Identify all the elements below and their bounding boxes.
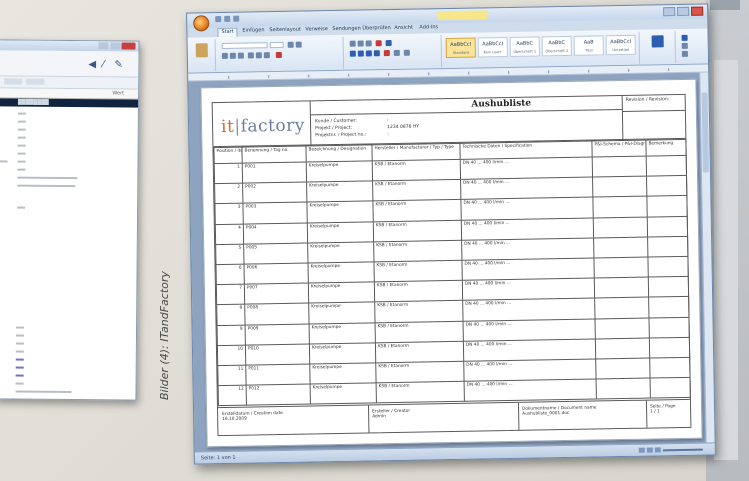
- tab-page-layout[interactable]: Seitenlayout: [269, 27, 301, 34]
- style-no-spacing[interactable]: AaBbCcI Kein Leerr.: [477, 36, 508, 58]
- redo-icon[interactable]: [233, 15, 240, 22]
- contextual-tab-highlight: [437, 10, 488, 21]
- document-area[interactable]: it|factory Aushubliste Kunde / Customer:…: [188, 72, 715, 452]
- left-application-window: ◀ ⁄ ✎ Wert ████████: [0, 39, 140, 401]
- editing-group: [677, 30, 708, 63]
- minimize-button[interactable]: [98, 42, 109, 50]
- font-size-dropdown[interactable]: [269, 41, 284, 49]
- view-print-icon[interactable]: [638, 447, 645, 453]
- undo-icon[interactable]: [224, 15, 231, 22]
- show-marks-icon[interactable]: [385, 40, 392, 47]
- bullets-icon[interactable]: [349, 40, 356, 47]
- strikethrough-icon[interactable]: [247, 52, 254, 59]
- left-window-toolbar: ◀ ⁄ ✎: [0, 50, 139, 78]
- back-arrow-icon[interactable]: ◀: [88, 59, 96, 70]
- style-heading-1[interactable]: AaBbC Überschrift 1: [509, 36, 540, 57]
- col-designation: Bezeichnung / Designation: [305, 144, 373, 163]
- align-right-icon[interactable]: [365, 50, 372, 57]
- col-position: Position / item no.: [213, 147, 243, 164]
- tab-insert[interactable]: Einfügen: [242, 27, 264, 33]
- zoom-slider[interactable]: [662, 448, 703, 451]
- header-info: Aushubliste Kunde / Customer:: Projekt /…: [310, 95, 624, 146]
- property-list: [0, 106, 138, 397]
- change-styles-icon[interactable]: [651, 35, 664, 48]
- clipboard-group: [189, 39, 217, 72]
- tab-add-ins[interactable]: Add-Ins: [419, 24, 438, 30]
- scrollbar-thumb[interactable]: [701, 92, 709, 173]
- tab-start[interactable]: Start: [217, 27, 238, 38]
- customer-field: Kunde / Customer::: [314, 118, 389, 125]
- equipment-list-form: it|factory Aushubliste Kunde / Customer:…: [211, 93, 692, 437]
- find-icon[interactable]: [681, 34, 688, 41]
- column-header-label: Wert: [112, 90, 125, 97]
- revision-label: Revision / Revision:: [622, 94, 685, 112]
- window-controls: [663, 6, 704, 17]
- col-manufacturer: Hersteller / Manufacturer / Typ / Type: [371, 143, 461, 161]
- style-title[interactable]: AaB Titel: [573, 35, 604, 56]
- page-number: Seite / Page 1 / 1: [645, 400, 676, 428]
- view-fullscreen-icon[interactable]: [646, 447, 653, 453]
- align-center-icon[interactable]: [357, 50, 364, 57]
- quick-access-toolbar: [215, 15, 240, 23]
- subscript-icon[interactable]: [255, 52, 262, 59]
- superscript-icon[interactable]: [263, 52, 270, 59]
- shrink-font-icon[interactable]: [295, 41, 302, 48]
- font-group: [217, 36, 345, 72]
- line-spacing-icon[interactable]: [383, 50, 390, 57]
- project-field: Projekt / Project: 1234 0876 HY: [315, 124, 420, 132]
- multilevel-list-icon[interactable]: [365, 40, 372, 47]
- style-subtitle[interactable]: AaBbCcI Untertitel: [605, 34, 636, 56]
- grow-font-icon[interactable]: [287, 41, 294, 48]
- equipment-table: Position / item no. Benennung / Tag no. …: [213, 139, 691, 406]
- bold-icon[interactable]: [221, 52, 228, 59]
- borders-icon[interactable]: [403, 49, 410, 56]
- maximize-button[interactable]: [110, 42, 121, 50]
- word-window: Start Einfügen Seitenlayout Verweise Sen…: [186, 3, 716, 465]
- sort-icon[interactable]: [375, 40, 382, 47]
- change-styles-group: [641, 31, 677, 64]
- revision-box: Revision / Revision:: [622, 94, 686, 140]
- underline-icon[interactable]: [237, 52, 244, 59]
- page-status: Seite: 1 von 1: [200, 454, 236, 462]
- form-title: Aushubliste: [310, 96, 622, 116]
- font-name-dropdown[interactable]: [221, 42, 268, 49]
- numbering-icon[interactable]: [357, 40, 364, 47]
- close-button[interactable]: [691, 6, 704, 16]
- align-left-icon[interactable]: [349, 50, 356, 57]
- maximize-button[interactable]: [677, 6, 690, 17]
- save-icon[interactable]: [215, 15, 222, 23]
- font-color-icon[interactable]: [275, 51, 282, 59]
- tool-icon[interactable]: ⁄: [102, 59, 104, 70]
- select-icon[interactable]: [681, 50, 688, 57]
- paste-icon[interactable]: [195, 43, 208, 58]
- col-tag: Benennung / Tag no.: [241, 146, 307, 164]
- document-name: Dokumentname / Document name Aushubliste_…: [517, 401, 597, 430]
- style-heading-2[interactable]: AaBbC Überschrift 2: [541, 35, 572, 57]
- view-web-icon[interactable]: [654, 447, 661, 453]
- creator: Ersteller / Creator Admin: [367, 404, 411, 433]
- minimize-button[interactable]: [663, 7, 676, 17]
- col-pid: P&I-Schema / P&I-Diagram: [591, 140, 647, 158]
- justify-icon[interactable]: [373, 50, 380, 57]
- project-number-field: Projektnr. / Project no.::: [315, 132, 389, 139]
- tab-mailings[interactable]: Sendungen: [332, 26, 360, 32]
- italic-icon[interactable]: [229, 52, 236, 59]
- close-button[interactable]: [121, 42, 136, 50]
- document-page[interactable]: it|factory Aushubliste Kunde / Customer:…: [200, 78, 703, 448]
- styles-group: AaBbCcI Standard AaBbCcI Kein Leerr. AaBbC…: [443, 31, 641, 68]
- creation-date: Erstelldatum / Creation date 16.10.2009: [222, 410, 283, 423]
- zoom-control: [638, 447, 703, 453]
- tab-review[interactable]: Überprüfen: [362, 25, 390, 31]
- paragraph-group: [345, 35, 443, 69]
- col-remark: Bemerkung: [645, 139, 687, 157]
- company-logo: it|factory: [212, 101, 312, 148]
- edit-pen-icon[interactable]: ✎: [114, 59, 122, 70]
- style-standard[interactable]: AaBbCcI Standard: [445, 37, 476, 59]
- tab-view[interactable]: Ansicht: [394, 25, 413, 31]
- photo-credit-caption: Bilder (4): ITandFactory: [158, 271, 171, 400]
- shading-icon[interactable]: [393, 49, 400, 56]
- replace-icon[interactable]: [681, 42, 688, 49]
- tab-references[interactable]: Verweise: [305, 26, 328, 32]
